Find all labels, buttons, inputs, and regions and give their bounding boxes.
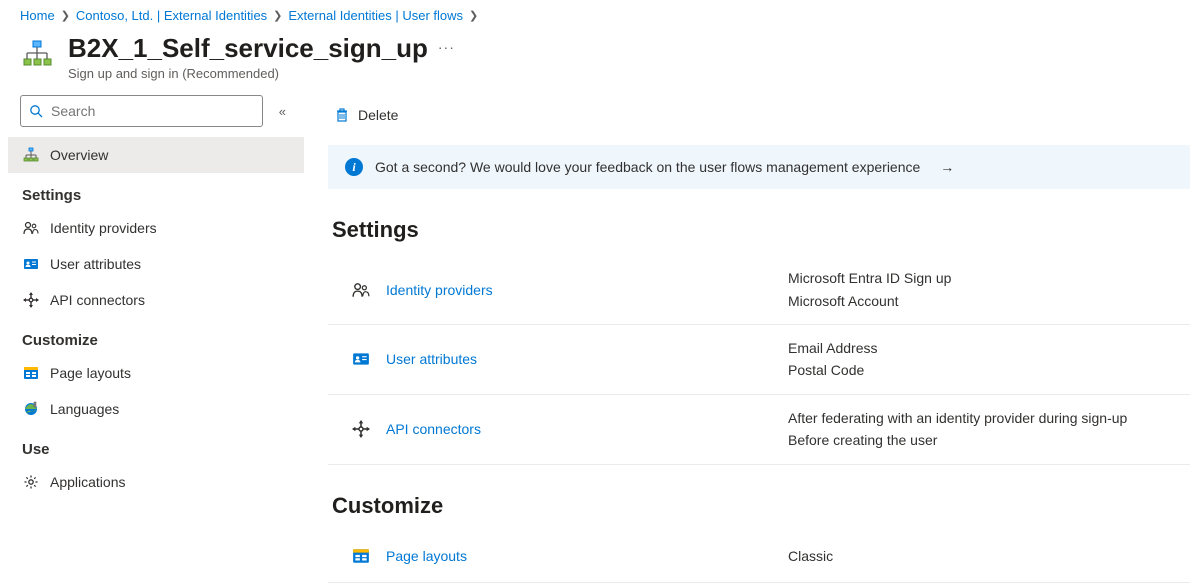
toolbar: Delete bbox=[328, 95, 1190, 135]
sidebar-item-languages[interactable]: Languages bbox=[8, 391, 304, 427]
value-line: Postal Code bbox=[788, 359, 1190, 381]
page-header: B2X_1_Self_service_sign_up ··· Sign up a… bbox=[0, 29, 1200, 95]
gear-icon bbox=[22, 474, 40, 490]
info-icon: i bbox=[345, 158, 363, 176]
layout-icon bbox=[350, 547, 372, 565]
breadcrumb-home[interactable]: Home bbox=[20, 8, 55, 23]
setting-row-identity-providers: Identity providers Microsoft Entra ID Si… bbox=[328, 255, 1190, 325]
id-card-icon bbox=[350, 350, 372, 368]
layout-icon bbox=[22, 365, 40, 381]
delete-button[interactable]: Delete bbox=[328, 103, 404, 127]
sidebar-item-overview[interactable]: Overview bbox=[8, 137, 304, 173]
sidebar-item-label: Identity providers bbox=[50, 220, 157, 236]
api-connectors-icon bbox=[22, 292, 40, 308]
chevron-right-icon: ❯ bbox=[273, 9, 282, 22]
value-line: Email Address bbox=[788, 337, 1190, 359]
sidebar-item-user-attributes[interactable]: User attributes bbox=[8, 246, 304, 282]
setting-row-api-connectors: API connectors After federating with an … bbox=[328, 395, 1190, 465]
sidebar-item-label: User attributes bbox=[50, 256, 141, 272]
id-card-icon bbox=[22, 256, 40, 272]
sidebar-item-identity-providers[interactable]: Identity providers bbox=[8, 210, 304, 246]
sidebar-item-label: Page layouts bbox=[50, 365, 131, 381]
setting-value: Email Address Postal Code bbox=[788, 337, 1190, 382]
page-layouts-link[interactable]: Page layouts bbox=[386, 548, 467, 564]
search-input[interactable] bbox=[51, 103, 254, 119]
search-input-wrapper[interactable] bbox=[20, 95, 263, 127]
sidebar-item-label: Applications bbox=[50, 474, 126, 490]
sidebar-section-customize: Customize bbox=[8, 318, 304, 355]
sidebar-item-label: Overview bbox=[50, 147, 108, 163]
feedback-banner[interactable]: i Got a second? We would love your feedb… bbox=[328, 145, 1190, 189]
chevron-right-icon: ❯ bbox=[61, 9, 70, 22]
value-line: Before creating the user bbox=[788, 429, 1190, 451]
people-icon bbox=[350, 281, 372, 299]
breadcrumb-userflows[interactable]: External Identities | User flows bbox=[288, 8, 463, 23]
overview-icon bbox=[22, 147, 40, 163]
userflow-icon bbox=[20, 37, 54, 71]
api-connectors-icon bbox=[350, 420, 372, 438]
breadcrumb: Home ❯ Contoso, Ltd. | External Identiti… bbox=[0, 0, 1200, 29]
customize-section-header: Customize bbox=[332, 493, 1190, 519]
feedback-text: Got a second? We would love your feedbac… bbox=[375, 159, 920, 175]
sidebar-item-applications[interactable]: Applications bbox=[8, 464, 304, 500]
setting-value: Microsoft Entra ID Sign up Microsoft Acc… bbox=[788, 267, 1190, 312]
sidebar-section-use: Use bbox=[8, 427, 304, 464]
sidebar-item-label: API connectors bbox=[50, 292, 145, 308]
sidebar-section-settings: Settings bbox=[8, 173, 304, 210]
globe-icon bbox=[22, 401, 40, 417]
settings-section-header: Settings bbox=[332, 217, 1190, 243]
setting-value: After federating with an identity provid… bbox=[788, 407, 1190, 452]
user-attributes-link[interactable]: User attributes bbox=[386, 351, 477, 367]
arrow-right-icon[interactable]: → bbox=[940, 159, 954, 175]
setting-value: Classic bbox=[788, 545, 1190, 567]
value-line: After federating with an identity provid… bbox=[788, 407, 1190, 429]
delete-label: Delete bbox=[358, 107, 398, 123]
sidebar-item-api-connectors[interactable]: API connectors bbox=[8, 282, 304, 318]
setting-row-page-layouts: Page layouts Classic bbox=[328, 531, 1190, 583]
value-line: Microsoft Entra ID Sign up bbox=[788, 267, 1190, 289]
people-icon bbox=[22, 220, 40, 236]
page-subtitle: Sign up and sign in (Recommended) bbox=[68, 66, 455, 81]
sidebar: « Overview Settings bbox=[0, 95, 304, 582]
collapse-sidebar-button[interactable]: « bbox=[273, 100, 292, 123]
value-line: Classic bbox=[788, 545, 1190, 567]
breadcrumb-tenant[interactable]: Contoso, Ltd. | External Identities bbox=[76, 8, 267, 23]
api-connectors-link[interactable]: API connectors bbox=[386, 421, 481, 437]
trash-icon bbox=[334, 107, 350, 123]
setting-row-user-attributes: User attributes Email Address Postal Cod… bbox=[328, 325, 1190, 395]
page-title: B2X_1_Self_service_sign_up bbox=[68, 33, 428, 64]
chevron-right-icon: ❯ bbox=[469, 9, 478, 22]
value-line: Microsoft Account bbox=[788, 290, 1190, 312]
main-content: Delete i Got a second? We would love you… bbox=[304, 95, 1200, 582]
sidebar-item-label: Languages bbox=[50, 401, 119, 417]
sidebar-item-page-layouts[interactable]: Page layouts bbox=[8, 355, 304, 391]
identity-providers-link[interactable]: Identity providers bbox=[386, 282, 493, 298]
more-actions-button[interactable]: ··· bbox=[438, 39, 455, 55]
search-icon bbox=[29, 104, 43, 118]
